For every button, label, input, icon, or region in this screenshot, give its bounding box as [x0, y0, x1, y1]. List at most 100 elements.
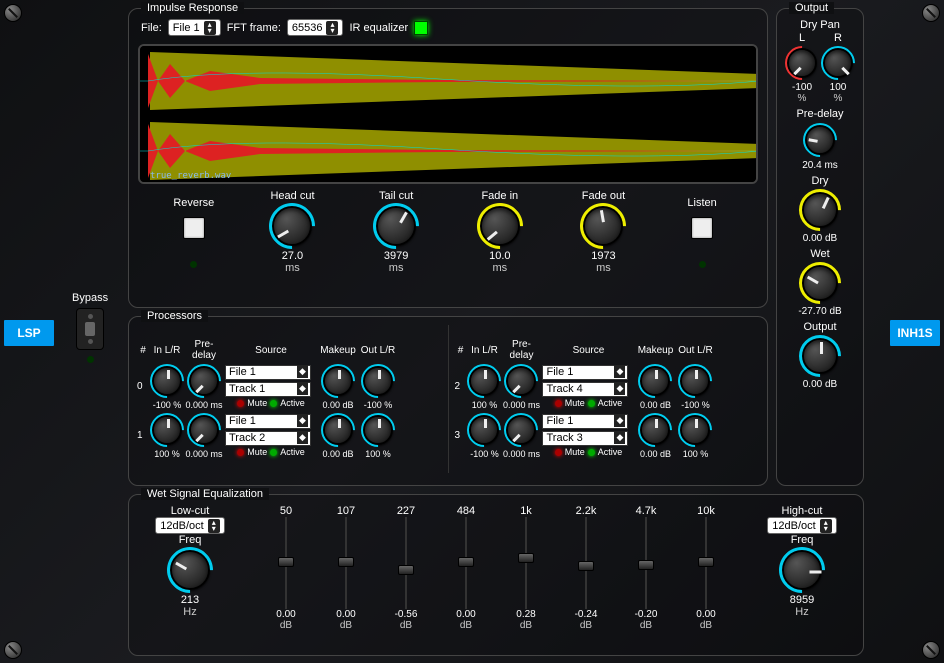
eq-band-gain: -0.24 [575, 609, 598, 620]
proc-file-select[interactable]: File 1 [225, 365, 311, 380]
svg-text:true_reverb.wav: true_reverb.wav [150, 171, 231, 181]
proc-in-knob[interactable] [152, 415, 182, 445]
bypass-section: Bypass [72, 292, 108, 366]
active-led[interactable] [270, 400, 277, 407]
screw-tr [922, 4, 940, 22]
proc-in-knob[interactable] [469, 415, 499, 445]
highcut-freq-knob[interactable] [782, 550, 822, 590]
fadeout-value: 1973 [591, 250, 615, 262]
tailcut-knob[interactable] [376, 206, 416, 246]
listen-button[interactable] [691, 217, 713, 239]
eq-band-slider[interactable] [336, 517, 356, 609]
proc-predelay-knob[interactable] [506, 366, 536, 396]
eq-title: Wet Signal Equalization [141, 488, 269, 500]
listen-led [699, 261, 706, 268]
dry-knob[interactable] [802, 192, 838, 228]
reverse-led [190, 261, 197, 268]
lowcut-slope[interactable]: 12dB/oct▴▾ [155, 517, 224, 534]
predelay-label: Pre-delay [796, 108, 843, 120]
ir-waveform-display: true_reverb.wav [138, 44, 758, 184]
eq-band-freq: 484 [457, 505, 475, 517]
reverse-button[interactable] [183, 217, 205, 239]
drypan-l-knob[interactable] [787, 48, 817, 78]
fft-select[interactable]: 65536▴▾ [287, 19, 344, 36]
proc-in-knob[interactable] [152, 366, 182, 396]
proc-makeup-value: 0.00 dB [322, 449, 353, 459]
fft-label: FFT frame: [227, 22, 281, 34]
proc-out-knob[interactable] [680, 366, 710, 396]
drypan-r-knob[interactable] [823, 48, 853, 78]
mute-led[interactable] [237, 449, 244, 456]
proc-track-select[interactable]: Track 4 [542, 382, 628, 397]
active-led[interactable] [588, 400, 595, 407]
eq-band-gain: 0.00 [456, 609, 475, 620]
proc-out-value: -100 % [681, 400, 710, 410]
fadeout-knob[interactable] [583, 206, 623, 246]
predelay-knob[interactable] [805, 125, 835, 155]
active-led[interactable] [270, 449, 277, 456]
proc-track-select[interactable]: Track 3 [542, 431, 628, 446]
proc-out-value: 100 % [683, 449, 709, 459]
proc-predelay-knob[interactable] [189, 366, 219, 396]
proc-track-select[interactable]: Track 2 [225, 431, 311, 446]
eq-band-slider[interactable] [696, 517, 716, 609]
impulse-response-panel: Impulse Response File: File 1▴▾ FFT fram… [128, 8, 768, 308]
model-badge: INH1S [890, 320, 940, 346]
proc-out-knob[interactable] [363, 366, 393, 396]
eq-band-freq: 10k [697, 505, 715, 517]
proc-makeup-knob[interactable] [323, 366, 353, 396]
lowcut-freq-knob[interactable] [170, 550, 210, 590]
proc-in-value: 100 % [154, 449, 180, 459]
eq-band-slider[interactable] [276, 517, 296, 609]
proc-file-select[interactable]: File 1 [542, 365, 628, 380]
fadein-label: Fade in [481, 190, 518, 202]
proc-file-select[interactable]: File 1 [542, 414, 628, 429]
headcut-knob[interactable] [272, 206, 312, 246]
eq-band-gain: 0.00 [336, 609, 355, 620]
proc-predelay-value: 0.000 ms [503, 449, 540, 459]
proc-out-knob[interactable] [363, 415, 393, 445]
proc-predelay-knob[interactable] [189, 415, 219, 445]
mute-led[interactable] [237, 400, 244, 407]
headcut-value: 27.0 [282, 250, 303, 262]
listen-label: Listen [687, 197, 716, 209]
proc-predelay-value: 0.000 ms [185, 400, 222, 410]
mute-led[interactable] [555, 400, 562, 407]
proc-num: 0 [137, 381, 149, 392]
fadein-knob[interactable] [480, 206, 520, 246]
reverse-label: Reverse [173, 197, 214, 209]
eq-band-slider[interactable] [396, 517, 416, 609]
file-label: File: [141, 22, 162, 34]
bypass-label: Bypass [72, 292, 108, 304]
eq-band-freq: 4.7k [636, 505, 657, 517]
bypass-switch[interactable] [76, 308, 104, 350]
highcut-slope[interactable]: 12dB/oct▴▾ [767, 517, 836, 534]
bypass-led [87, 356, 94, 363]
eq-band-slider[interactable] [636, 517, 656, 609]
eq-band-slider[interactable] [516, 517, 536, 609]
wet-knob[interactable] [802, 265, 838, 301]
proc-in-knob[interactable] [469, 366, 499, 396]
active-led[interactable] [588, 449, 595, 456]
proc-in-value: 100 % [472, 400, 498, 410]
proc-makeup-knob[interactable] [323, 415, 353, 445]
proc-makeup-knob[interactable] [640, 415, 670, 445]
output-knob[interactable] [802, 338, 838, 374]
proc-out-knob[interactable] [680, 415, 710, 445]
proc-makeup-knob[interactable] [640, 366, 670, 396]
file-select[interactable]: File 1▴▾ [168, 19, 221, 36]
eq-band-slider[interactable] [576, 517, 596, 609]
proc-predelay-knob[interactable] [506, 415, 536, 445]
proc-track-select[interactable]: Track 1 [225, 382, 311, 397]
eq-panel: Wet Signal Equalization Low-cut 12dB/oct… [128, 494, 864, 656]
mute-led[interactable] [555, 449, 562, 456]
eq-band-slider[interactable] [456, 517, 476, 609]
ireq-led[interactable] [414, 21, 428, 35]
screw-bl [4, 641, 22, 659]
proc-file-select[interactable]: File 1 [225, 414, 311, 429]
eq-band-freq: 1k [520, 505, 532, 517]
fadein-value: 10.0 [489, 250, 510, 262]
proc-in-value: -100 % [470, 449, 499, 459]
proc-title: Processors [141, 310, 208, 322]
screw-br [922, 641, 940, 659]
